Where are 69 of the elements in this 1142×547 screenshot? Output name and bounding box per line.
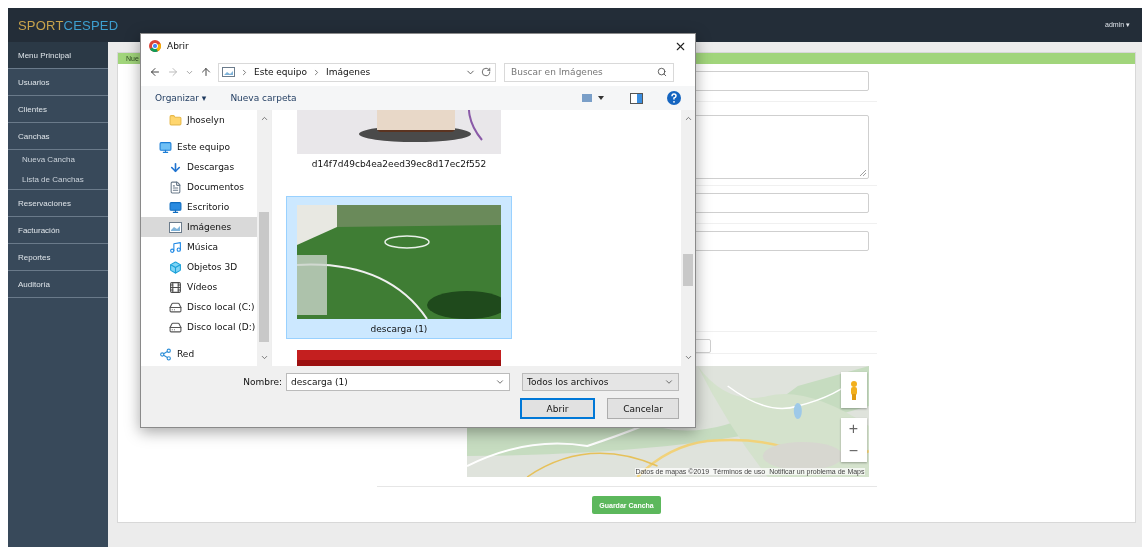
nav-item[interactable]: Música xyxy=(141,237,257,257)
cancel-button[interactable]: Cancelar xyxy=(607,398,679,419)
person-figure-icon[interactable] xyxy=(848,380,859,400)
organize-menu[interactable]: Organizar ▾ xyxy=(155,93,207,103)
new-folder-button[interactable]: Nueva carpeta xyxy=(230,93,297,103)
scrollbar[interactable] xyxy=(681,110,695,366)
file-name: d14f7d49cb4ea2eed39ec8d17ec2f552 xyxy=(311,159,487,169)
nav-item[interactable]: Disco local (D:) xyxy=(141,317,257,337)
file-type-select[interactable]: Todos los archivos xyxy=(522,373,679,391)
music-note-icon xyxy=(169,240,182,254)
drive-icon xyxy=(169,320,182,334)
forward-icon[interactable] xyxy=(167,66,179,78)
brand-logo: SPORTCESPED xyxy=(18,17,119,33)
address-bar[interactable]: Este equipo Imágenes xyxy=(218,62,496,82)
pictures-icon xyxy=(222,67,235,77)
scroll-down-icon[interactable] xyxy=(259,353,269,362)
dropdown-icon[interactable] xyxy=(664,377,674,387)
search-field[interactable]: Buscar en Imágenes xyxy=(504,62,674,82)
desktop-icon xyxy=(169,200,182,214)
dialog-title: Abrir xyxy=(167,41,190,51)
folder-icon xyxy=(169,113,182,127)
sidebar-subitem[interactable]: Nueva Cancha xyxy=(8,150,108,169)
zoom-in-button[interactable]: + xyxy=(840,418,867,440)
nav-item[interactable]: Descargas xyxy=(141,157,257,177)
path-separator-icon xyxy=(312,67,321,77)
file-name: descarga (1) xyxy=(370,324,428,334)
back-icon[interactable] xyxy=(149,66,161,78)
search-icon xyxy=(657,67,667,77)
open-button[interactable]: Abrir xyxy=(520,398,595,419)
scroll-down-icon[interactable] xyxy=(683,353,693,362)
refresh-icon[interactable] xyxy=(481,67,491,77)
nav-item[interactable]: Este equipo xyxy=(141,137,257,157)
nav-item[interactable]: Vídeos xyxy=(141,277,257,297)
nav-item[interactable]: Jhoselyn xyxy=(141,110,257,130)
film-icon xyxy=(169,280,182,294)
file-tile[interactable]: d14f7d49cb4ea2eed39ec8d17ec2f552 xyxy=(286,110,512,174)
dropdown-icon[interactable] xyxy=(495,377,505,387)
nav-item[interactable]: Disco local (C:) xyxy=(141,297,257,317)
breadcrumb[interactable]: Este equipo xyxy=(254,67,307,77)
scroll-thumb[interactable] xyxy=(683,254,693,286)
nav-item[interactable]: Objetos 3D xyxy=(141,257,257,277)
filename-label: Nombre: xyxy=(243,377,282,387)
nav-item[interactable]: Red xyxy=(141,344,257,364)
app-icon xyxy=(149,40,161,52)
sidebar-item[interactable]: Menu Principal xyxy=(8,42,108,69)
scroll-thumb[interactable] xyxy=(259,212,269,342)
path-separator-icon xyxy=(240,67,249,77)
scrollbar[interactable] xyxy=(257,110,271,366)
up-icon[interactable] xyxy=(200,66,212,78)
network-icon xyxy=(159,347,172,361)
resize-grip-icon[interactable] xyxy=(858,169,866,176)
cube-icon xyxy=(169,260,182,274)
nav-item[interactable]: Imágenes xyxy=(141,217,257,237)
drive-icon xyxy=(169,300,182,314)
document-icon xyxy=(169,180,182,194)
filename-field[interactable]: descarga (1) xyxy=(286,373,510,391)
scroll-up-icon[interactable] xyxy=(683,114,693,123)
download-icon xyxy=(169,160,182,174)
help-icon[interactable] xyxy=(667,91,681,105)
zoom-out-button[interactable]: − xyxy=(840,440,867,462)
nav-item[interactable]: Escritorio xyxy=(141,197,257,217)
nav-item[interactable]: Documentos xyxy=(141,177,257,197)
breadcrumb[interactable]: Imágenes xyxy=(326,67,371,77)
pictures-icon xyxy=(169,221,182,233)
preview-pane-icon[interactable] xyxy=(630,92,643,104)
monitor-icon xyxy=(159,140,172,154)
view-options-icon[interactable] xyxy=(582,93,606,103)
scroll-up-icon[interactable] xyxy=(259,114,269,123)
file-tile[interactable]: descarga (1) xyxy=(286,196,512,339)
